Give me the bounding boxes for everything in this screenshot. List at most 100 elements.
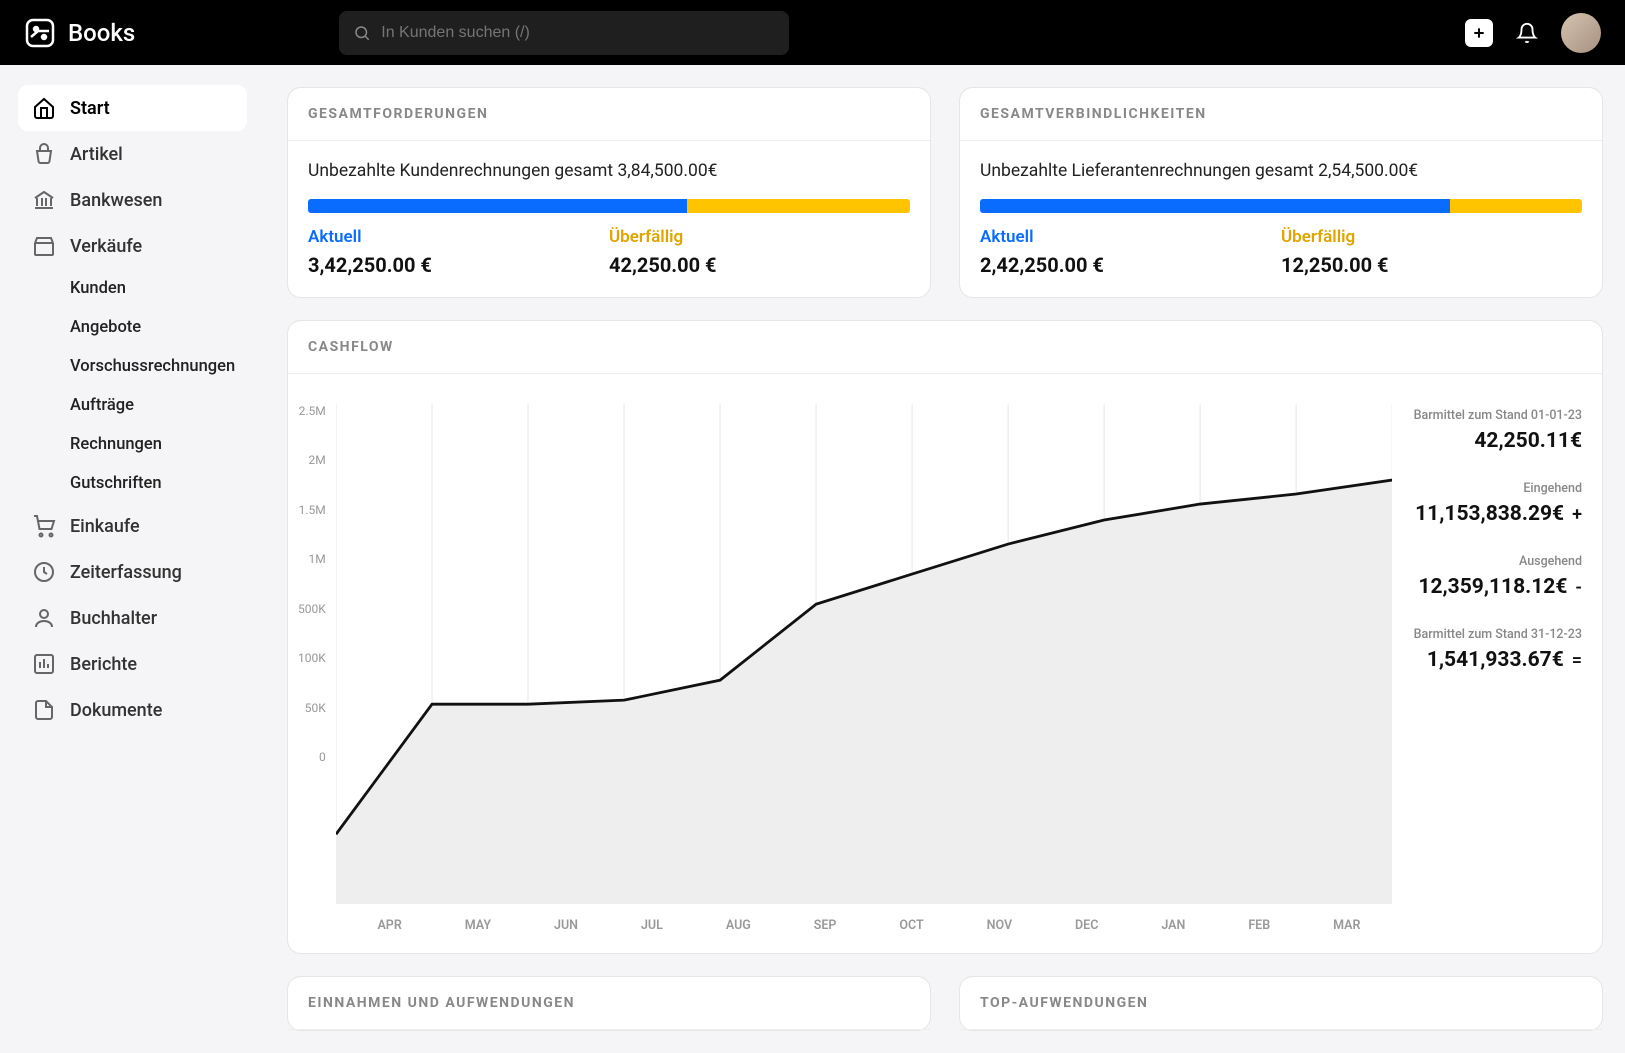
xtick: AUG (726, 918, 751, 933)
cf-incoming-value: 11,153,838.29€ (1415, 502, 1564, 526)
subnav-gutschriften[interactable]: Gutschriften (70, 464, 247, 503)
receivables-summary: Unbezahlte Kundenrechnungen gesamt 3,84,… (308, 161, 910, 181)
receivables-bar (308, 199, 910, 213)
xtick: MAR (1333, 918, 1360, 933)
payables-title: GESAMTVERBINDLICHKEITEN (960, 88, 1602, 141)
sidebar-submenu-verkaeufe: Kunden Angebote Vorschussrechnungen Auft… (18, 269, 247, 503)
sidebar-item-berichte[interactable]: Berichte (18, 641, 247, 687)
clock-icon (32, 560, 56, 584)
sidebar-label: Dokumente (70, 700, 162, 721)
top-expenses-title: TOP-AUFWENDUNGEN (960, 977, 1602, 1030)
brand[interactable]: Books (24, 17, 135, 49)
search-icon (353, 24, 371, 42)
receivables-current-label: Aktuell (308, 227, 609, 247)
user-avatar[interactable] (1561, 13, 1601, 53)
cashflow-title: CASHFLOW (288, 321, 1602, 374)
ytick: 2M (309, 453, 326, 467)
subnav-kunden[interactable]: Kunden (70, 269, 247, 308)
sidebar-label: Buchhalter (70, 608, 157, 629)
chart-xaxis: APR MAY JUN JUL AUG SEP OCT NOV DEC JAN … (298, 918, 1392, 933)
receivables-bar-overdue (687, 199, 910, 213)
cashflow-card: CASHFLOW 2.5M 2M 1.5M 1M 500K 100K 50K 0 (287, 320, 1603, 954)
file-icon (32, 698, 56, 722)
minus-sign: - (1575, 577, 1582, 598)
sidebar-label: Start (70, 98, 110, 119)
search-input[interactable] (381, 24, 775, 42)
sidebar-item-start[interactable]: Start (18, 85, 247, 131)
xtick: MAY (465, 918, 491, 933)
xtick: FEB (1248, 918, 1270, 933)
cashflow-summary: Barmittel zum Stand 01-01-23 42,250.11€ … (1392, 404, 1582, 933)
receivables-title: GESAMTFORDERUNGEN (288, 88, 930, 141)
sidebar-item-dokumente[interactable]: Dokumente (18, 687, 247, 733)
search-box[interactable] (339, 11, 789, 55)
cf-outgoing-label: Ausgehend (1392, 554, 1582, 569)
receivables-current-value: 3,42,250.00 € (308, 253, 609, 277)
cf-incoming-label: Eingehend (1392, 481, 1582, 496)
basket-icon (32, 142, 56, 166)
receivables-bar-current (308, 199, 687, 213)
bank-icon (32, 188, 56, 212)
xtick: JUL (641, 918, 663, 933)
ytick: 1.5M (299, 503, 326, 517)
cart-icon (32, 514, 56, 538)
bell-icon (1516, 22, 1538, 44)
home-icon (32, 96, 56, 120)
plus-sign: + (1572, 504, 1582, 525)
sidebar-item-buchhalter[interactable]: Buchhalter (18, 595, 247, 641)
sidebar-label: Einkaufe (70, 516, 140, 537)
payables-current-label: Aktuell (980, 227, 1281, 247)
topbar-actions (1465, 13, 1601, 53)
subnav-rechnungen[interactable]: Rechnungen (70, 425, 247, 464)
sidebar-item-verkaeufe[interactable]: Verkäufe (18, 223, 247, 269)
receivables-overdue-label: Überfällig (609, 227, 910, 247)
sidebar-label: Bankwesen (70, 190, 162, 211)
sidebar-label: Berichte (70, 654, 137, 675)
payables-bar-overdue (1450, 199, 1582, 213)
subnav-vorschuss[interactable]: Vorschussrechnungen (70, 347, 247, 386)
xtick: JAN (1161, 918, 1185, 933)
sidebar-label: Verkäufe (70, 236, 142, 257)
cf-opening-value: 42,250.11€ (1474, 429, 1582, 453)
sidebar-item-einkaufe[interactable]: Einkaufe (18, 503, 247, 549)
sidebar-item-zeiterfassung[interactable]: Zeiterfassung (18, 549, 247, 595)
payables-bar (980, 199, 1582, 213)
add-button[interactable] (1465, 19, 1493, 47)
xtick: DEC (1075, 918, 1098, 933)
chart-icon (32, 652, 56, 676)
sidebar-item-artikel[interactable]: Artikel (18, 131, 247, 177)
top-bar: Books (0, 0, 1625, 65)
cashflow-chart: 2.5M 2M 1.5M 1M 500K 100K 50K 0 (298, 404, 1392, 904)
cf-opening-label: Barmittel zum Stand 01-01-23 (1392, 408, 1582, 423)
plus-icon (1471, 25, 1487, 41)
ytick: 0 (319, 750, 326, 764)
sidebar-item-bankwesen[interactable]: Bankwesen (18, 177, 247, 223)
payables-overdue-value: 12,250.00 € (1281, 253, 1582, 277)
cf-closing-label: Barmittel zum Stand 31-12-23 (1392, 627, 1582, 642)
equals-sign: = (1572, 650, 1582, 671)
payables-card: GESAMTVERBINDLICHKEITEN Unbezahlte Liefe… (959, 87, 1603, 298)
xtick: JUN (554, 918, 578, 933)
income-expense-title: EINNAHMEN UND AUFWENDUNGEN (288, 977, 930, 1030)
subnav-angebote[interactable]: Angebote (70, 308, 247, 347)
payables-overdue-label: Überfällig (1281, 227, 1582, 247)
receivables-overdue-value: 42,250.00 € (609, 253, 910, 277)
receivables-card: GESAMTFORDERUNGEN Unbezahlte Kundenrechn… (287, 87, 931, 298)
top-expenses-card: TOP-AUFWENDUNGEN (959, 976, 1603, 1031)
xtick: OCT (899, 918, 923, 933)
xtick: SEP (814, 918, 837, 933)
payables-current-value: 2,42,250.00 € (980, 253, 1281, 277)
xtick: APR (377, 918, 401, 933)
notifications-button[interactable] (1513, 19, 1541, 47)
chart-yaxis: 2.5M 2M 1.5M 1M 500K 100K 50K 0 (298, 404, 336, 764)
cf-closing-value: 1,541,933.67€ (1427, 648, 1564, 672)
payables-bar-current (980, 199, 1450, 213)
subnav-auftraege[interactable]: Aufträge (70, 386, 247, 425)
ytick: 1M (309, 552, 326, 566)
sidebar-label: Zeiterfassung (70, 562, 182, 583)
brand-name: Books (68, 19, 135, 47)
payables-summary: Unbezahlte Lieferantenrechnungen gesamt … (980, 161, 1582, 181)
sidebar-label: Artikel (70, 144, 123, 165)
ytick: 50K (305, 701, 326, 715)
income-expense-card: EINNAHMEN UND AUFWENDUNGEN (287, 976, 931, 1031)
